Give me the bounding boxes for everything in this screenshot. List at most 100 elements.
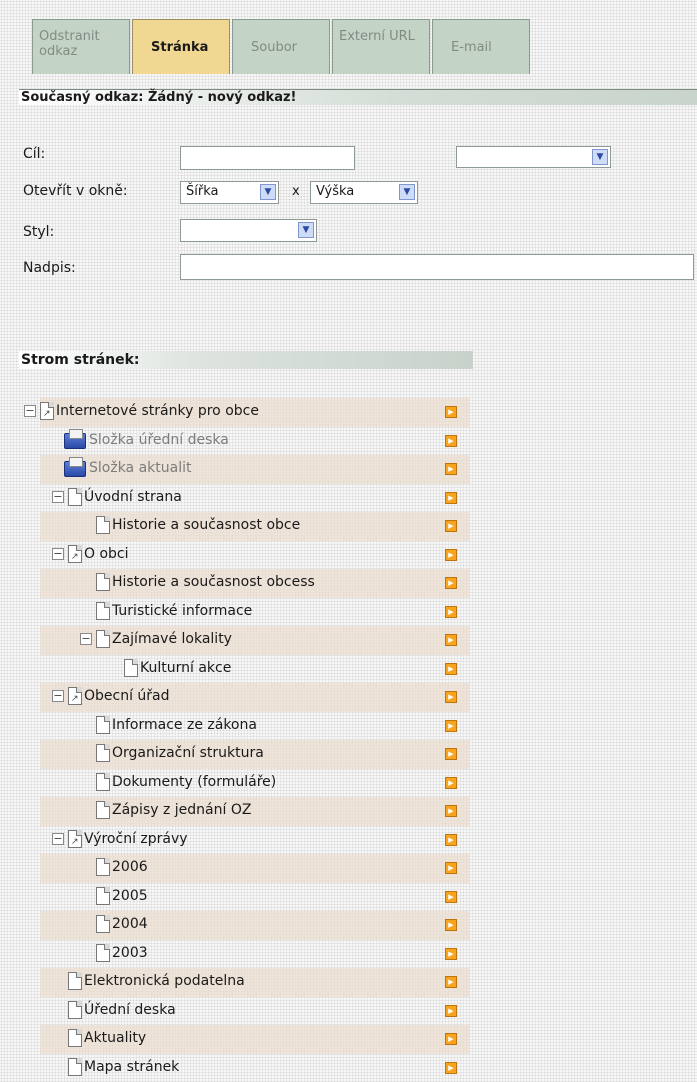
tree-row[interactable]: Zápisy z jednání OZ ▶: [40, 797, 470, 826]
select-arrow-icon[interactable]: ▶: [445, 1033, 457, 1045]
select-arrow-icon[interactable]: ▶: [445, 805, 457, 817]
tree-item-label[interactable]: Úvodní strana: [84, 489, 182, 506]
tree-row[interactable]: Historie a současnost obce ▶: [40, 512, 470, 541]
collapse-toggle-icon[interactable]: −: [52, 832, 64, 845]
chevron-down-icon[interactable]: ▼: [298, 222, 314, 238]
select-arrow-icon[interactable]: ▶: [445, 1004, 457, 1017]
tree-row[interactable]: − Internetové stránky pro obce ▶: [24, 398, 470, 427]
tree-item-label[interactable]: Organizační struktura: [112, 745, 264, 762]
collapse-toggle-icon[interactable]: −: [80, 633, 92, 645]
select-arrow-icon[interactable]: ▶: [445, 662, 457, 675]
collapse-toggle-icon[interactable]: −: [52, 690, 64, 702]
select-arrow-icon[interactable]: ▶: [445, 577, 457, 589]
tree-row[interactable]: Aktuality ▶: [40, 1025, 470, 1054]
tree-item-label[interactable]: Historie a současnost obce: [112, 517, 300, 534]
page-tree: − Internetové stránky pro obce ▶ Složka úře…: [24, 398, 470, 1082]
select-arrow-icon[interactable]: ▶: [445, 719, 457, 732]
tree-item-label[interactable]: 2005: [112, 888, 148, 905]
tab-external-url[interactable]: Externí URL: [332, 19, 430, 74]
select-arrow-icon[interactable]: ▶: [445, 520, 457, 532]
tree-row[interactable]: 2004 ▶: [40, 911, 470, 940]
tree-row[interactable]: Turistické informace ▶: [40, 598, 470, 627]
tree-row[interactable]: − Obecní úřad ▶: [40, 683, 470, 712]
tab-email[interactable]: E-mail: [432, 19, 530, 74]
tree-item-label[interactable]: Složka úřední deska: [89, 432, 229, 449]
collapse-toggle-icon[interactable]: −: [24, 405, 36, 417]
select-arrow-icon[interactable]: ▶: [445, 748, 457, 760]
select-arrow-icon[interactable]: ▶: [445, 406, 457, 418]
tree-item-label[interactable]: 2004: [112, 916, 148, 933]
select-arrow-icon[interactable]: ▶: [445, 463, 457, 475]
tree-item-label[interactable]: Složka aktualit: [89, 460, 191, 477]
title-label: Nadpis:: [23, 260, 76, 276]
collapse-toggle-icon[interactable]: −: [52, 490, 64, 503]
target-input[interactable]: [180, 146, 355, 170]
select-arrow-icon[interactable]: ▶: [445, 919, 457, 931]
height-select[interactable]: Výška ▼: [310, 181, 418, 204]
tree-item-label[interactable]: 2003: [112, 945, 148, 962]
width-select[interactable]: Šířka ▼: [180, 181, 279, 204]
tree-row[interactable]: − Zajímavé lokality ▶: [40, 626, 470, 655]
chevron-down-icon[interactable]: ▼: [399, 184, 415, 200]
tree-row[interactable]: Dokumenty (formuláře) ▶: [40, 769, 470, 798]
chevron-down-icon[interactable]: ▼: [260, 184, 276, 200]
tree-row[interactable]: Kulturní akce ▶: [40, 655, 470, 684]
tree-row[interactable]: − O obci ▶: [40, 541, 470, 570]
tree-row[interactable]: Složka úřední deska ▶: [40, 427, 470, 456]
select-arrow-icon[interactable]: ▶: [445, 976, 457, 988]
select-arrow-icon[interactable]: ▶: [445, 491, 457, 504]
tree-row[interactable]: Informace ze zákona ▶: [40, 712, 470, 741]
select-arrow-icon[interactable]: ▶: [445, 691, 457, 703]
tree-row[interactable]: Elektronická podatelna ▶: [40, 968, 470, 997]
page-icon: [96, 630, 110, 648]
tree-row[interactable]: Mapa stránek ▶: [40, 1054, 470, 1082]
tree-item-label[interactable]: Výroční zprávy: [84, 831, 188, 848]
title-input[interactable]: [180, 254, 694, 280]
tree-row[interactable]: Organizační struktura ▶: [40, 740, 470, 769]
tree-item-label[interactable]: Historie a současnost obcess: [112, 574, 315, 591]
tree-item-label[interactable]: Internetové stránky pro obce: [56, 403, 259, 420]
tree-item-label[interactable]: Zápisy z jednání OZ: [112, 802, 251, 819]
tree-row[interactable]: Historie a současnost obcess ▶: [40, 569, 470, 598]
tree-item-label[interactable]: Kulturní akce: [140, 660, 231, 677]
tab-remove-link[interactable]: Odstranit odkaz: [32, 19, 130, 74]
select-arrow-icon[interactable]: ▶: [445, 947, 457, 960]
page-icon: [68, 972, 82, 990]
tree-item-label[interactable]: 2006: [112, 859, 148, 876]
tree-row[interactable]: 2005 ▶: [40, 883, 470, 912]
style-select[interactable]: ▼: [180, 219, 317, 242]
select-arrow-icon[interactable]: ▶: [445, 605, 457, 618]
chevron-down-icon[interactable]: ▼: [592, 149, 608, 165]
tree-item-label[interactable]: Úřední deska: [84, 1002, 176, 1019]
select-arrow-icon[interactable]: ▶: [445, 634, 457, 646]
select-arrow-icon[interactable]: ▶: [445, 833, 457, 846]
tree-row[interactable]: Složka aktualit ▶: [40, 455, 470, 484]
tree-item-label[interactable]: Elektronická podatelna: [84, 973, 245, 990]
folder-icon: [64, 428, 86, 449]
tree-item-label[interactable]: Dokumenty (formuláře): [112, 774, 276, 791]
select-arrow-icon[interactable]: ▶: [445, 1061, 457, 1074]
tab-page[interactable]: Stránka: [132, 19, 230, 74]
select-arrow-icon[interactable]: ▶: [445, 776, 457, 789]
target-select[interactable]: ▼: [456, 146, 611, 168]
tree-item-label[interactable]: O obci: [84, 546, 129, 563]
tree-item-label[interactable]: Turistické informace: [112, 603, 252, 620]
select-arrow-icon[interactable]: ▶: [445, 434, 457, 447]
select-arrow-icon[interactable]: ▶: [445, 890, 457, 903]
tree-row[interactable]: 2006 ▶: [40, 854, 470, 883]
collapse-toggle-icon[interactable]: −: [52, 547, 64, 560]
tree-item-label[interactable]: Zajímavé lokality: [112, 631, 232, 648]
page-icon: [124, 658, 138, 677]
tree-item-label[interactable]: Informace ze zákona: [112, 717, 257, 734]
tab-file[interactable]: Soubor: [232, 19, 330, 74]
tree-row[interactable]: − Výroční zprávy ▶: [40, 826, 470, 855]
tree-item-label[interactable]: Aktuality: [84, 1030, 146, 1047]
tree-row[interactable]: 2003 ▶: [40, 940, 470, 969]
select-arrow-icon[interactable]: ▶: [445, 862, 457, 874]
linked-page-icon: [68, 687, 82, 705]
tree-row[interactable]: − Úvodní strana ▶: [40, 484, 470, 513]
tree-row[interactable]: Úřední deska ▶: [40, 997, 470, 1026]
tree-item-label[interactable]: Mapa stránek: [84, 1059, 179, 1076]
tree-item-label[interactable]: Obecní úřad: [84, 688, 170, 705]
select-arrow-icon[interactable]: ▶: [445, 548, 457, 561]
